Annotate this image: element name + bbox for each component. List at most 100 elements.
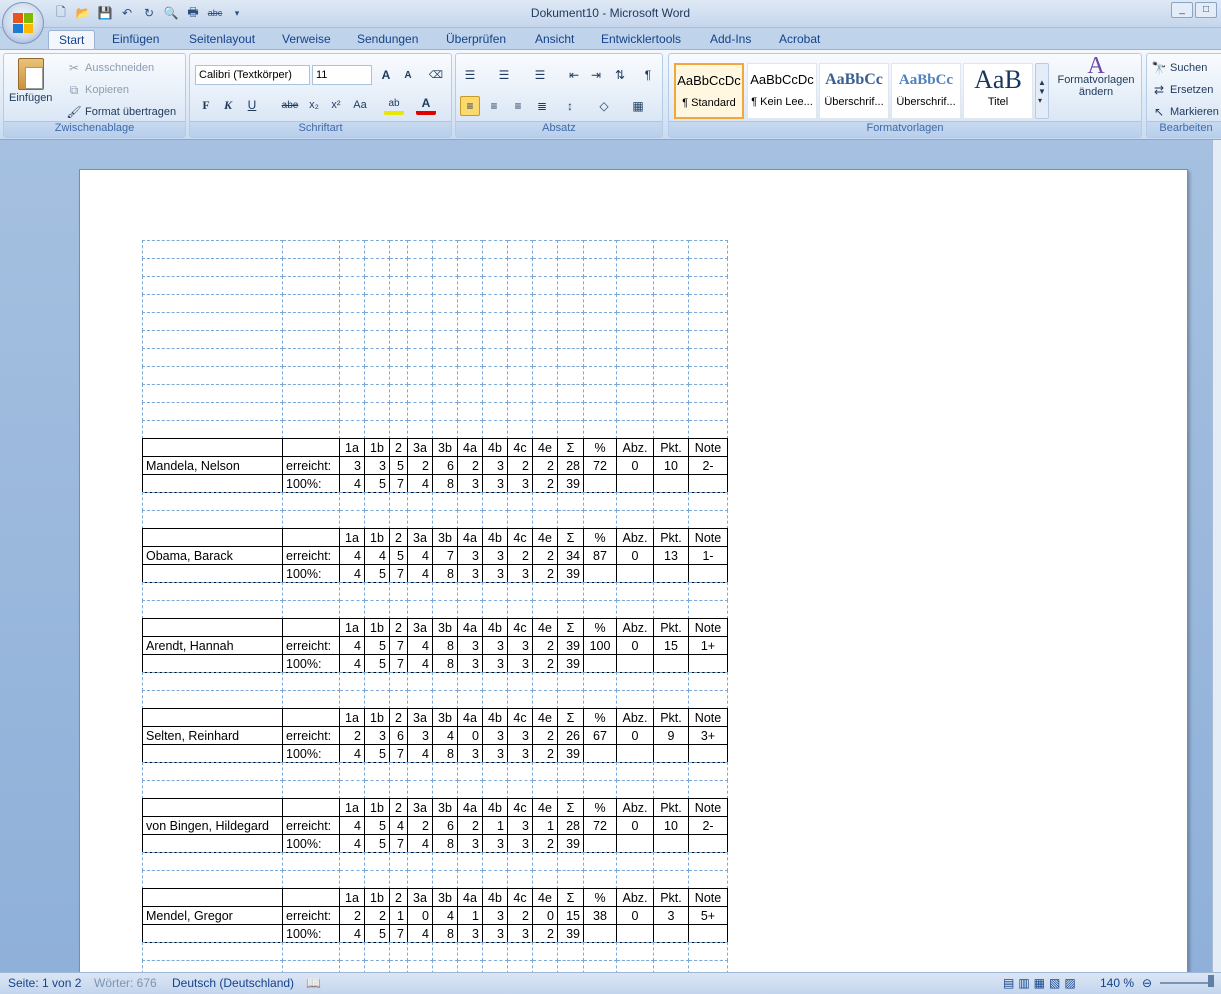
table-cell[interactable] (432, 492, 458, 511)
table-cell[interactable] (532, 240, 558, 259)
max-score-cell[interactable]: 3 (507, 924, 533, 943)
multilevel-list-icon[interactable]: ☰ (530, 65, 550, 85)
table-cell[interactable] (432, 294, 458, 313)
max-score-cell[interactable]: 7 (389, 744, 408, 763)
minimize-button[interactable]: _ (1171, 2, 1193, 18)
table-cell[interactable] (282, 942, 340, 961)
subscript-button[interactable]: x₂ (304, 95, 324, 115)
max-score-cell[interactable]: 3 (507, 654, 533, 673)
table-cell[interactable] (688, 330, 728, 349)
column-header[interactable]: 4e (532, 708, 558, 727)
max-score-cell[interactable]: 7 (389, 564, 408, 583)
max-score-cell[interactable]: 8 (432, 744, 458, 763)
table-cell[interactable] (557, 492, 584, 511)
table-cell[interactable] (457, 852, 483, 871)
score-cell[interactable]: 0 (616, 456, 654, 475)
table-cell[interactable] (583, 780, 617, 799)
table-cell[interactable] (142, 276, 283, 295)
score-cell[interactable]: 2 (339, 726, 365, 745)
score-cell[interactable]: 10 (653, 816, 689, 835)
table-cell[interactable] (583, 276, 617, 295)
achieved-label[interactable]: erreicht: (282, 816, 340, 835)
table-cell[interactable] (557, 870, 584, 889)
table-cell[interactable] (407, 510, 433, 529)
max-label[interactable]: 100%: (282, 924, 340, 943)
max-label[interactable]: 100%: (282, 474, 340, 493)
table-cell[interactable] (407, 384, 433, 403)
superscript-button[interactable]: x² (326, 95, 346, 115)
table-cell[interactable] (142, 582, 283, 601)
table-cell[interactable] (507, 600, 533, 619)
table-cell[interactable] (142, 384, 283, 403)
score-cell[interactable]: 28 (557, 456, 584, 475)
score-cell[interactable]: 6 (389, 726, 408, 745)
table-cell[interactable] (364, 384, 390, 403)
table-cell[interactable] (432, 402, 458, 421)
score-cell[interactable]: 3 (482, 636, 508, 655)
table-cell[interactable] (507, 240, 533, 259)
table-cell[interactable] (616, 294, 654, 313)
column-header[interactable]: 3b (432, 708, 458, 727)
table-cell[interactable] (616, 762, 654, 781)
score-cell[interactable]: 3 (482, 726, 508, 745)
table-cell[interactable] (583, 762, 617, 781)
table-cell[interactable] (583, 402, 617, 421)
table-cell[interactable] (557, 852, 584, 871)
table-cell[interactable] (339, 276, 365, 295)
score-cell[interactable]: 5 (364, 816, 390, 835)
table-cell[interactable] (482, 600, 508, 619)
table-cell[interactable] (507, 852, 533, 871)
score-cell[interactable]: 0 (616, 546, 654, 565)
column-header[interactable]: % (583, 528, 617, 547)
bullets-icon[interactable]: ☰ (460, 65, 480, 85)
table-cell[interactable] (532, 366, 558, 385)
score-cell[interactable]: 3 (482, 906, 508, 925)
table-cell[interactable] (532, 582, 558, 601)
score-cell[interactable]: 8 (432, 636, 458, 655)
table-cell[interactable] (583, 564, 617, 583)
score-cell[interactable]: 3 (507, 726, 533, 745)
column-header[interactable]: Σ (557, 618, 584, 637)
column-header[interactable]: 2 (389, 438, 408, 457)
justify-icon[interactable]: ≣ (532, 96, 552, 116)
max-score-cell[interactable]: 3 (482, 924, 508, 943)
table-cell[interactable] (339, 582, 365, 601)
table-cell[interactable] (583, 420, 617, 439)
score-cell[interactable]: 100 (583, 636, 617, 655)
column-header[interactable]: 2 (389, 708, 408, 727)
column-header[interactable]: 4b (482, 618, 508, 637)
max-score-cell[interactable]: 5 (364, 744, 390, 763)
table-cell[interactable] (282, 366, 340, 385)
max-score-cell[interactable]: 4 (339, 834, 365, 853)
table-cell[interactable] (457, 942, 483, 961)
table-cell[interactable] (616, 744, 654, 763)
table-cell[interactable] (653, 330, 689, 349)
max-score-cell[interactable]: 2 (532, 564, 558, 583)
max-score-cell[interactable]: 4 (339, 474, 365, 493)
table-cell[interactable] (407, 276, 433, 295)
table-cell[interactable] (282, 798, 340, 817)
table-cell[interactable] (339, 402, 365, 421)
score-cell[interactable]: 2- (688, 456, 728, 475)
column-header[interactable]: 4e (532, 888, 558, 907)
table-cell[interactable] (532, 852, 558, 871)
tab-addins[interactable]: Add-Ins (700, 30, 761, 50)
table-cell[interactable] (532, 384, 558, 403)
column-header[interactable]: Note (688, 798, 728, 817)
table-cell[interactable] (653, 654, 689, 673)
score-cell[interactable]: 3 (653, 906, 689, 925)
table-cell[interactable] (507, 366, 533, 385)
table-cell[interactable] (457, 312, 483, 331)
table-cell[interactable] (142, 240, 283, 259)
achieved-label[interactable]: erreicht: (282, 456, 340, 475)
bold-button[interactable]: F (196, 95, 216, 115)
table-cell[interactable] (282, 348, 340, 367)
column-header[interactable]: 1a (339, 798, 365, 817)
table-cell[interactable] (142, 294, 283, 313)
score-cell[interactable]: 2 (532, 546, 558, 565)
table-cell[interactable] (339, 780, 365, 799)
column-header[interactable]: 1a (339, 618, 365, 637)
tab-sendungen[interactable]: Sendungen (347, 30, 428, 50)
score-cell[interactable]: 3 (457, 636, 483, 655)
table-cell[interactable] (557, 942, 584, 961)
